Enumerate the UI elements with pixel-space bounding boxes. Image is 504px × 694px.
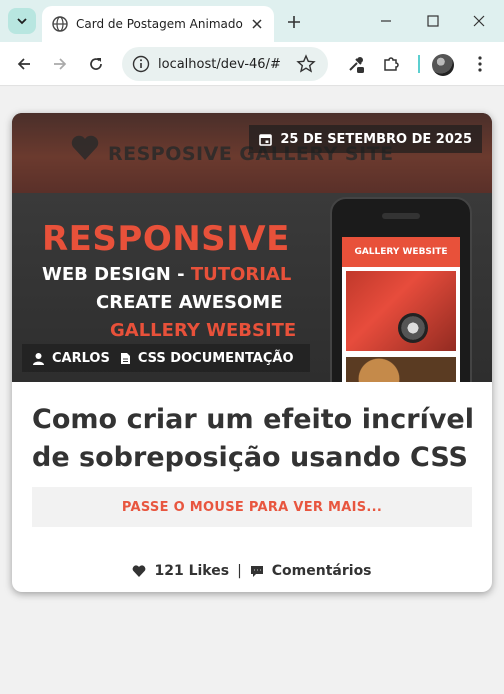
chevron-down-icon <box>17 18 27 25</box>
close-window-button[interactable] <box>465 8 493 34</box>
comments-link[interactable]: Comentários <box>272 563 372 579</box>
post-footer: 121 Likes | Comentários <box>12 559 492 583</box>
image-line-3: CREATE AWESOME <box>96 292 283 313</box>
tab-search-button[interactable] <box>8 8 36 34</box>
globe-icon <box>52 16 68 32</box>
phone-mockup: GALLERY WEBSITE <box>330 197 472 382</box>
heart-icon <box>71 135 99 160</box>
toolbar-separator <box>418 55 420 73</box>
post-category[interactable]: CSS DOCUMENTAÇÃO <box>138 351 294 366</box>
hover-hint-bar[interactable]: PASSE O MOUSE PARA VER MAIS... <box>32 487 472 527</box>
new-tab-button[interactable] <box>282 10 306 34</box>
browser-menu-button[interactable] <box>466 50 494 78</box>
browser-toolbar: localhost/dev-46/# <box>0 42 504 86</box>
post-date: 25 DE SETEMBRO DE 2025 <box>280 131 472 147</box>
extensions-button[interactable] <box>377 50 405 78</box>
tab-strip: Card de Postagem Animado <box>0 0 504 42</box>
date-badge: 25 DE SETEMBRO DE 2025 <box>249 125 482 153</box>
maximize-icon <box>427 15 439 27</box>
image-headline: RESPONSIVE <box>42 219 290 259</box>
menu-dots-icon <box>478 56 482 72</box>
heart-icon <box>133 565 146 577</box>
back-icon <box>17 58 30 70</box>
calendar-icon <box>259 133 273 146</box>
profile-avatar[interactable] <box>432 54 454 76</box>
user-icon <box>33 352 44 365</box>
comment-icon <box>250 565 263 577</box>
eyedropper-button[interactable] <box>342 50 370 78</box>
info-icon[interactable] <box>132 55 150 73</box>
reload-button[interactable] <box>82 50 110 78</box>
eyedropper-icon <box>349 57 364 73</box>
image-line-4: GALLERY WEBSITE <box>110 320 297 341</box>
tab-title: Card de Postagem Animado <box>76 17 243 31</box>
like-button[interactable] <box>132 565 146 577</box>
extension-puzzle-icon <box>384 57 399 71</box>
footer-separator: | <box>237 563 242 579</box>
minimize-button[interactable] <box>372 8 400 34</box>
star-icon[interactable] <box>296 54 316 74</box>
post-title[interactable]: Como criar um efeito incrível de sobrepo… <box>32 401 474 477</box>
meta-badge: CARLOS CSS DOCUMENTAÇÃO <box>22 344 310 372</box>
hover-hint-text: PASSE O MOUSE PARA VER MAIS... <box>121 499 383 515</box>
minimize-icon <box>381 20 391 22</box>
comments-button[interactable] <box>250 565 264 578</box>
likes-count[interactable]: 121 Likes <box>154 563 229 579</box>
url-text[interactable]: localhost/dev-46/# <box>158 57 296 72</box>
post-card[interactable]: RESPOSIVE GALLERY SITE RESPONSIVE WEB DE… <box>12 113 492 592</box>
forward-button[interactable] <box>46 50 74 78</box>
forward-icon <box>54 58 67 70</box>
reload-icon <box>90 58 102 70</box>
food-image <box>346 357 456 382</box>
maximize-button[interactable] <box>419 8 447 34</box>
close-icon <box>473 15 485 27</box>
post-image: RESPOSIVE GALLERY SITE RESPONSIVE WEB DE… <box>12 113 492 382</box>
page-viewport: RESPOSIVE GALLERY SITE RESPONSIVE WEB DE… <box>0 87 504 694</box>
back-button[interactable] <box>10 50 38 78</box>
plus-icon <box>288 16 300 28</box>
address-bar[interactable]: localhost/dev-46/# <box>122 47 328 81</box>
car-image <box>346 271 456 351</box>
browser-tab[interactable]: Card de Postagem Animado <box>42 6 274 42</box>
image-line-2: WEB DESIGN - TUTORIAL <box>42 264 292 285</box>
close-icon <box>252 19 262 29</box>
document-icon <box>120 352 130 364</box>
post-author[interactable]: CARLOS <box>52 351 110 366</box>
phone-header: GALLERY WEBSITE <box>342 237 460 267</box>
close-tab-button[interactable] <box>248 15 266 33</box>
